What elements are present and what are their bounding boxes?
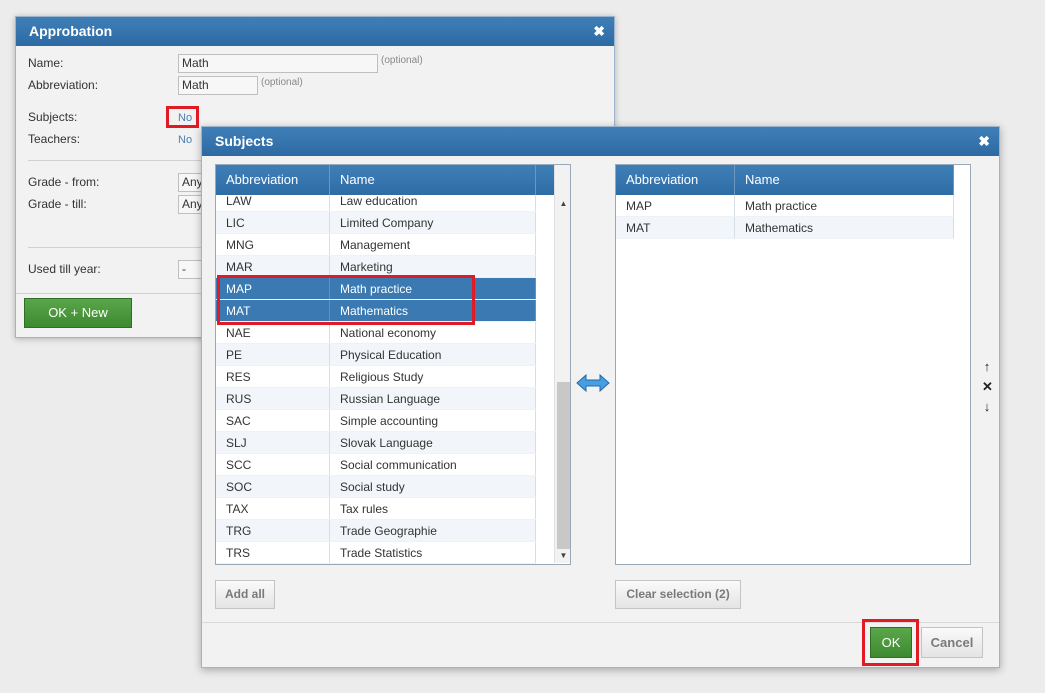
table-row[interactable]: RES Religious Study bbox=[216, 366, 536, 388]
row-name: Marketing bbox=[330, 256, 536, 277]
subjects-label: Subjects: bbox=[28, 110, 78, 124]
scrollbar-thumb[interactable] bbox=[557, 382, 570, 549]
subjects-link[interactable]: No bbox=[178, 112, 192, 124]
table-row[interactable]: SAC Simple accounting bbox=[216, 410, 536, 432]
ok-new-button[interactable]: OK + New bbox=[24, 298, 132, 328]
row-abbreviation: MNG bbox=[216, 234, 330, 255]
column-header-abbreviation[interactable]: Abbreviation bbox=[216, 165, 330, 195]
row-abbreviation: LIC bbox=[216, 212, 330, 233]
remove-icon[interactable]: ✕ bbox=[982, 379, 993, 395]
row-abbreviation: TAX bbox=[216, 498, 330, 519]
table-row[interactable]: SLJ Slovak Language bbox=[216, 432, 536, 454]
move-up-icon[interactable]: ↑ bbox=[982, 359, 992, 374]
table-row[interactable]: SCC Social communication bbox=[216, 454, 536, 476]
row-name: Slovak Language bbox=[330, 432, 536, 453]
teachers-label: Teachers: bbox=[28, 132, 81, 146]
scroll-up-icon[interactable]: ▲ bbox=[555, 199, 570, 208]
row-abbreviation: SLJ bbox=[216, 432, 330, 453]
chosen-subjects-list[interactable]: Abbreviation Name MAP Math practice MAT Mat… bbox=[615, 164, 971, 565]
row-abbreviation: TRS bbox=[216, 542, 330, 563]
ok-button[interactable]: OK bbox=[870, 627, 912, 658]
abbreviation-optional-hint: (optional) bbox=[261, 77, 303, 88]
table-row[interactable]: TRS Trade Statistics bbox=[216, 542, 536, 564]
row-abbreviation: SAC bbox=[216, 410, 330, 431]
row-name: Social study bbox=[330, 476, 536, 497]
row-abbreviation: RUS bbox=[216, 388, 330, 409]
column-header-abbreviation[interactable]: Abbreviation bbox=[616, 165, 735, 195]
close-icon[interactable]: ✖ bbox=[593, 17, 605, 46]
row-name: Management bbox=[330, 234, 536, 255]
name-optional-hint: (optional) bbox=[381, 55, 423, 66]
divider bbox=[28, 160, 203, 161]
table-row[interactable]: LIC Limited Company bbox=[216, 212, 536, 234]
available-subjects-list[interactable]: LAW Law education LIC Limited Company MNG Man… bbox=[215, 164, 571, 565]
clear-selection-button[interactable]: Clear selection (2) bbox=[615, 580, 741, 609]
table-row[interactable]: SOC Social study bbox=[216, 476, 536, 498]
column-header-name[interactable]: Name bbox=[735, 165, 954, 195]
row-name: Trade Geographie bbox=[330, 520, 536, 541]
chosen-table-header: Abbreviation Name bbox=[616, 165, 954, 195]
table-row[interactable]: NAE National economy bbox=[216, 322, 536, 344]
row-name: Trade Statistics bbox=[330, 542, 536, 563]
row-name: Limited Company bbox=[330, 212, 536, 233]
available-table-header: Abbreviation Name bbox=[216, 165, 554, 195]
table-row[interactable]: MAT Mathematics bbox=[616, 217, 954, 239]
table-row[interactable]: TRG Trade Geographie bbox=[216, 520, 536, 542]
row-abbreviation: TRG bbox=[216, 520, 330, 541]
table-row[interactable]: RUS Russian Language bbox=[216, 388, 536, 410]
row-name: Tax rules bbox=[330, 498, 536, 519]
column-header-name[interactable]: Name bbox=[330, 165, 536, 195]
row-abbreviation: SOC bbox=[216, 476, 330, 497]
selected-rows-highlight bbox=[217, 275, 475, 325]
row-name: Physical Education bbox=[330, 344, 536, 365]
move-down-icon[interactable]: ↓ bbox=[982, 399, 992, 414]
approbation-titlebar: Approbation ✖ bbox=[16, 17, 614, 46]
row-abbreviation: RES bbox=[216, 366, 330, 387]
row-name: Simple accounting bbox=[330, 410, 536, 431]
divider bbox=[28, 247, 203, 248]
row-name: Math practice bbox=[735, 195, 954, 216]
row-name: Social communication bbox=[330, 454, 536, 475]
grade-till-label: Grade - till: bbox=[28, 197, 87, 211]
row-name: National economy bbox=[330, 322, 536, 343]
table-row[interactable]: PE Physical Education bbox=[216, 344, 536, 366]
row-name: Russian Language bbox=[330, 388, 536, 409]
table-row[interactable]: MNG Management bbox=[216, 234, 536, 256]
add-all-button[interactable]: Add all bbox=[215, 580, 275, 609]
abbreviation-input[interactable]: Math bbox=[178, 76, 258, 95]
grade-from-label: Grade - from: bbox=[28, 175, 100, 189]
row-abbreviation: MAR bbox=[216, 256, 330, 277]
close-icon[interactable]: ✖ bbox=[978, 127, 990, 156]
subjects-titlebar: Subjects ✖ bbox=[202, 127, 999, 156]
scroll-down-icon[interactable]: ▼ bbox=[555, 551, 570, 560]
row-abbreviation: PE bbox=[216, 344, 330, 365]
used-till-label: Used till year: bbox=[28, 262, 101, 276]
subjects-dialog: Subjects ✖ LAW Law education LIC Limited Co… bbox=[201, 126, 1000, 668]
scrollbar[interactable]: ▲ ▼ bbox=[554, 165, 570, 563]
row-abbreviation: MAT bbox=[616, 217, 735, 238]
row-name: Mathematics bbox=[735, 217, 954, 238]
subjects-title: Subjects bbox=[215, 133, 274, 149]
abbreviation-label: Abbreviation: bbox=[28, 78, 99, 92]
row-abbreviation: SCC bbox=[216, 454, 330, 475]
name-input[interactable]: Math bbox=[178, 54, 378, 73]
row-abbreviation: NAE bbox=[216, 322, 330, 343]
table-row[interactable]: MAP Math practice bbox=[616, 195, 954, 217]
table-row[interactable]: TAX Tax rules bbox=[216, 498, 536, 520]
footer-divider bbox=[16, 293, 202, 294]
teachers-link[interactable]: No bbox=[178, 134, 192, 146]
transfer-icon[interactable] bbox=[576, 372, 610, 394]
name-label: Name: bbox=[28, 56, 64, 70]
row-name: Religious Study bbox=[330, 366, 536, 387]
approbation-title: Approbation bbox=[29, 23, 113, 39]
row-abbreviation: MAP bbox=[616, 195, 735, 216]
cancel-button[interactable]: Cancel bbox=[921, 627, 983, 658]
